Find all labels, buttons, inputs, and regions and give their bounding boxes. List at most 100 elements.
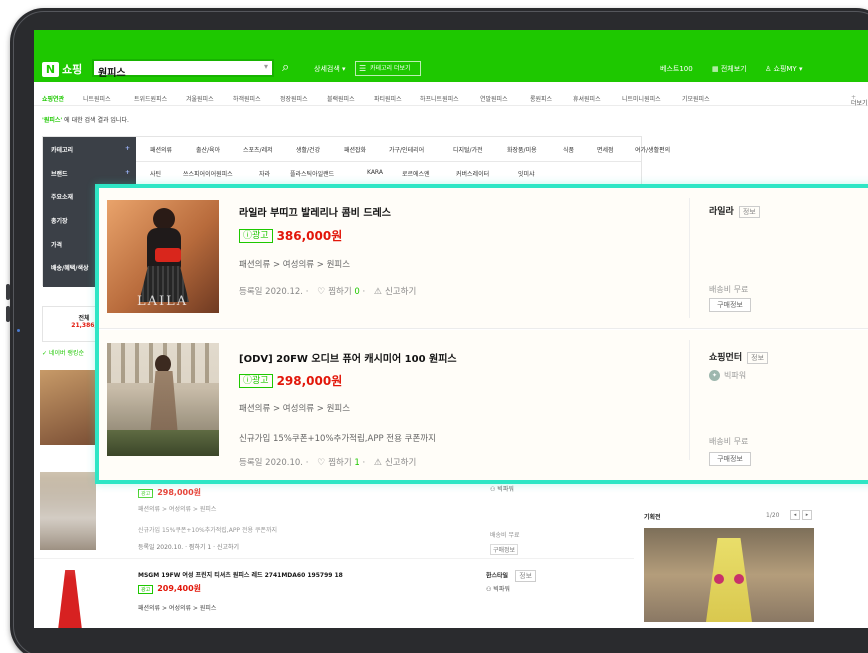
filter-option[interactable]: 패션의류 (150, 145, 172, 154)
report-button[interactable]: 신고하기 (385, 458, 416, 468)
ad-badge: 광고 (138, 585, 154, 594)
promo-card-title: 기획전 (644, 514, 661, 521)
filter-label-length[interactable]: 총기장 (51, 216, 68, 225)
brand-option[interactable]: 잇미샤 (518, 169, 535, 178)
shop-name[interactable]: 한스타일 정보 (486, 570, 537, 582)
chevron-down-icon[interactable]: ▾ (264, 62, 268, 71)
product-thumbnail[interactable] (107, 343, 219, 456)
brand-option[interactable]: 쓰스피어이어원피스 (183, 169, 233, 178)
filter-option[interactable]: 스포츠/레저 (243, 145, 273, 154)
my-shopping-link[interactable]: ♙ 쇼핑MY ▾ (765, 64, 802, 74)
brand-option[interactable]: 자라 (259, 169, 270, 178)
grid-icon: ▦ (712, 65, 721, 73)
tab-keyword[interactable]: 파티원피스 (374, 94, 402, 103)
ad-badge-label: 광고 (252, 230, 269, 241)
my-shopping-label: 쇼핑MY (773, 65, 797, 73)
filter-option[interactable]: 디지털/가전 (453, 145, 483, 154)
heart-icon[interactable]: ♡ (317, 458, 325, 468)
category-more-button[interactable]: ☰ 카테고리 더보기 (355, 61, 421, 76)
tab-keyword[interactable]: 기모원피스 (682, 94, 710, 103)
product-title[interactable]: 라일라 부띠끄 발레리나 콤비 드레스 (239, 204, 391, 219)
tab-keyword[interactable]: 니트원피스 (83, 94, 111, 103)
plus-icon[interactable]: + (125, 145, 130, 152)
product-thumbnail[interactable] (40, 370, 96, 445)
naver-logo[interactable]: N (42, 62, 59, 77)
plus-icon[interactable]: + (125, 169, 130, 176)
brand-option[interactable]: KARA (367, 169, 383, 176)
brand-option[interactable]: 사틴 (150, 169, 161, 178)
filter-option[interactable]: 식품 (563, 145, 574, 154)
promo-image[interactable] (644, 528, 814, 622)
tab-related[interactable]: 쇼핑연관 (42, 94, 64, 103)
tab-keyword[interactable]: 하객원피스 (233, 94, 261, 103)
brand-option[interactable]: 플라스틱아일랜드 (290, 169, 334, 178)
product-title[interactable]: [ODV] 20FW 오디브 퓨어 캐시미어 100 원피스 (239, 350, 457, 365)
product-thumbnail[interactable] (40, 472, 96, 550)
filter-option[interactable]: 패션잡화 (344, 145, 366, 154)
brand-label[interactable]: 쇼핑 (62, 61, 82, 77)
search-icon[interactable]: ⌕ (282, 60, 289, 75)
filter-option[interactable]: 출산/육아 (196, 145, 220, 154)
report-button[interactable]: 신고하기 (385, 287, 416, 297)
chevron-right-icon[interactable]: ▸ (802, 510, 812, 520)
wish-button[interactable]: 찜하기 (328, 287, 351, 297)
shop-info-tag[interactable]: 정보 (747, 351, 769, 364)
wish-button[interactable]: 찜하기 1 (189, 544, 211, 551)
detail-search-link[interactable]: 상세검색 ▾ (314, 64, 346, 74)
product-category[interactable]: 패션의류 > 여성의류 > 원피스 (239, 258, 350, 270)
brand-option[interactable]: 커버스레이터 (456, 169, 489, 178)
report-button[interactable]: 신고하기 (217, 544, 239, 551)
best100-link[interactable]: 베스트100 (660, 64, 693, 74)
filter-label-price[interactable]: 가격 (51, 240, 62, 249)
alert-icon[interactable]: ⚠ (374, 287, 382, 297)
filter-label-material[interactable]: 주요소재 (51, 192, 73, 201)
filter-option[interactable]: 가구/인테리어 (389, 145, 424, 154)
product-thumbnail[interactable] (40, 566, 96, 628)
filter-option[interactable]: 생활/건강 (296, 145, 320, 154)
heart-icon[interactable]: ♡ (317, 287, 325, 297)
ad-badge[interactable]: ⓘ광고 (239, 228, 273, 243)
shop-name[interactable]: 라일라 정보 (709, 204, 760, 218)
filter-label-category[interactable]: 카테고리 (51, 145, 73, 154)
buy-info-button[interactable]: 구매정보 (490, 544, 519, 555)
filter-option[interactable]: 화장품/미용 (507, 145, 537, 154)
product-category[interactable]: 패션의류 > 여성의류 > 원피스 (239, 402, 350, 414)
price-row: 광고 209,400원 (138, 583, 201, 594)
product-thumbnail[interactable]: LAILA (107, 200, 219, 313)
tab-keyword[interactable]: 롱원피스 (530, 94, 552, 103)
filter-label-brand[interactable]: 브랜드 (51, 169, 68, 178)
shop-info-tag[interactable]: 정보 (738, 205, 760, 218)
ad-badge[interactable]: ⓘ광고 (239, 373, 273, 388)
search-input[interactable] (94, 64, 244, 79)
tab-keyword[interactable]: 정장원피스 (280, 94, 308, 103)
buy-info-button[interactable]: 구매정보 (709, 298, 751, 312)
product-price: 386,000원 (276, 229, 343, 243)
brand-option[interactable]: 로르에스엔 (402, 169, 430, 178)
promo-card: 기획전 1/20 ◂ ▸ (644, 500, 824, 628)
filter-option[interactable]: 여가/생활편의 (635, 145, 670, 154)
tab-keyword[interactable]: 하프니트원피스 (420, 94, 459, 103)
shop-name-label: 라일라 (709, 207, 734, 217)
alert-icon[interactable]: ⚠ (374, 458, 382, 468)
buy-info-button[interactable]: 구매정보 (709, 452, 751, 466)
tab-keyword[interactable]: 연말원피스 (480, 94, 508, 103)
sort-option[interactable]: ✓ 네이버 랭킹순 (42, 348, 84, 357)
tab-keyword[interactable]: 블랙원피스 (327, 94, 355, 103)
filter-label-shipping[interactable]: 배송/혜택/색상 (51, 263, 89, 272)
all-view-link[interactable]: ▦ 전체보기 (712, 64, 747, 74)
tab-keyword[interactable]: 니트미니원피스 (622, 94, 661, 103)
tab-keyword[interactable]: 겨울원피스 (186, 94, 214, 103)
shop-info-tag[interactable]: 정보 (515, 570, 537, 582)
power-badge: ⚇ 빅파워 (486, 586, 510, 593)
chevron-left-icon[interactable]: ◂ (790, 510, 800, 520)
tab-keyword[interactable]: 트위드원피스 (134, 94, 167, 103)
product-title[interactable]: MSGM 19FW 여성 프린지 티셔츠 원피스 레드 2741MDA60 19… (138, 570, 343, 579)
tab-keyword[interactable]: 휴셔원피스 (573, 94, 601, 103)
tab-more-button[interactable]: 더보기 + (851, 94, 868, 107)
filter-option[interactable]: 면세점 (597, 145, 614, 154)
shop-name-label: 쇼핑먼터 (709, 353, 743, 363)
shop-name[interactable]: 쇼핑먼터 정보 (709, 350, 769, 364)
product-price: 298,000원 (157, 488, 202, 497)
category-more-label: 카테고리 더보기 (370, 65, 411, 72)
wish-button[interactable]: 찜하기 (328, 458, 351, 468)
